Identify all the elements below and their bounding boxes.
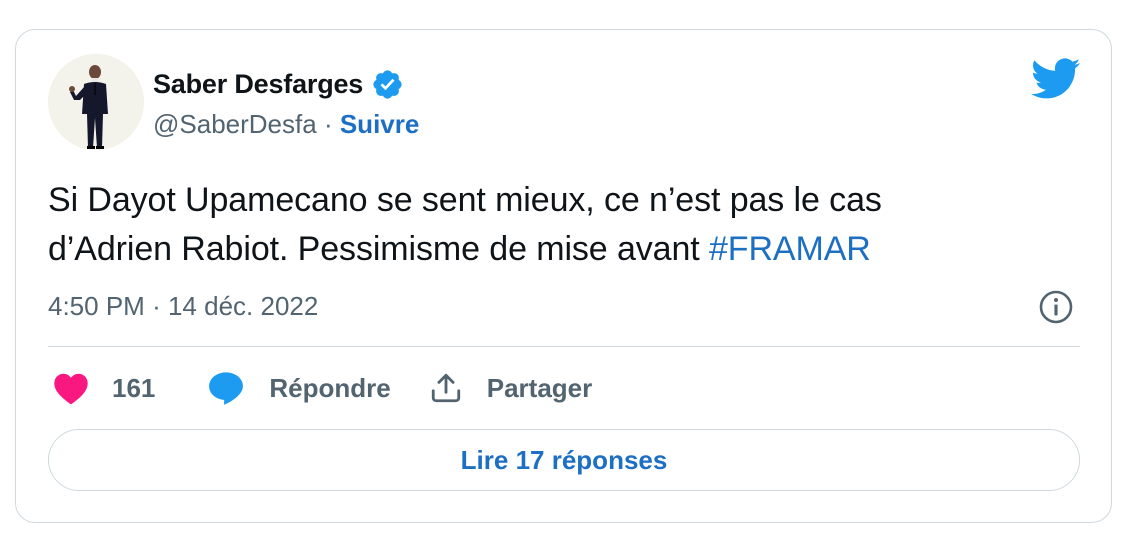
share-label: Partager: [486, 372, 593, 403]
tweet-time: 4:50 PM: [48, 290, 145, 321]
share-button[interactable]: Partager: [429, 366, 593, 410]
twitter-bird-icon[interactable]: [1031, 57, 1081, 101]
author-name[interactable]: Saber Desfarges: [153, 69, 363, 100]
reply-button[interactable]: Répondre: [207, 366, 391, 410]
share-upload-icon: [431, 373, 460, 403]
like-button[interactable]: 161: [52, 366, 155, 410]
hashtag-link[interactable]: #FRAMAR: [709, 230, 871, 268]
heart-icon: [54, 373, 88, 405]
verified-badge-icon: [373, 69, 402, 99]
info-icon[interactable]: [1038, 289, 1074, 325]
handle-separator: ·: [323, 108, 333, 139]
divider: [48, 346, 1080, 347]
like-count: 161: [112, 372, 156, 403]
author-row: Saber Desfarges: [153, 64, 404, 104]
author-handle[interactable]: @SaberDesfa: [153, 109, 317, 140]
reply-label: Répondre: [269, 372, 391, 403]
tweet-text-line-2-body: d’Adrien Rabiot. Pessimisme de mise avan…: [48, 230, 709, 268]
action-bar: 161 Répondre Partager: [52, 366, 592, 410]
follow-link[interactable]: Suivre: [340, 109, 420, 140]
speech-bubble-icon: [209, 372, 244, 405]
handle-row: @SaberDesfa · Suivre: [153, 106, 419, 142]
tweet-text-line-1: Si Dayot Upamecano se sent mieux, ce n’e…: [48, 181, 882, 219]
tweet-text-line-2: d’Adrien Rabiot. Pessimisme de mise avan…: [48, 225, 1088, 274]
tweet-text: Si Dayot Upamecano se sent mieux, ce n’e…: [48, 176, 1088, 274]
tweet-date: 14 déc. 2022: [167, 290, 319, 321]
timestamp-separator: ·: [152, 290, 161, 321]
read-replies-button[interactable]: Lire 17 réponses: [48, 429, 1080, 491]
avatar[interactable]: [48, 54, 144, 150]
tweet-timestamp[interactable]: 4:50 PM · 14 déc. 2022: [48, 288, 318, 324]
